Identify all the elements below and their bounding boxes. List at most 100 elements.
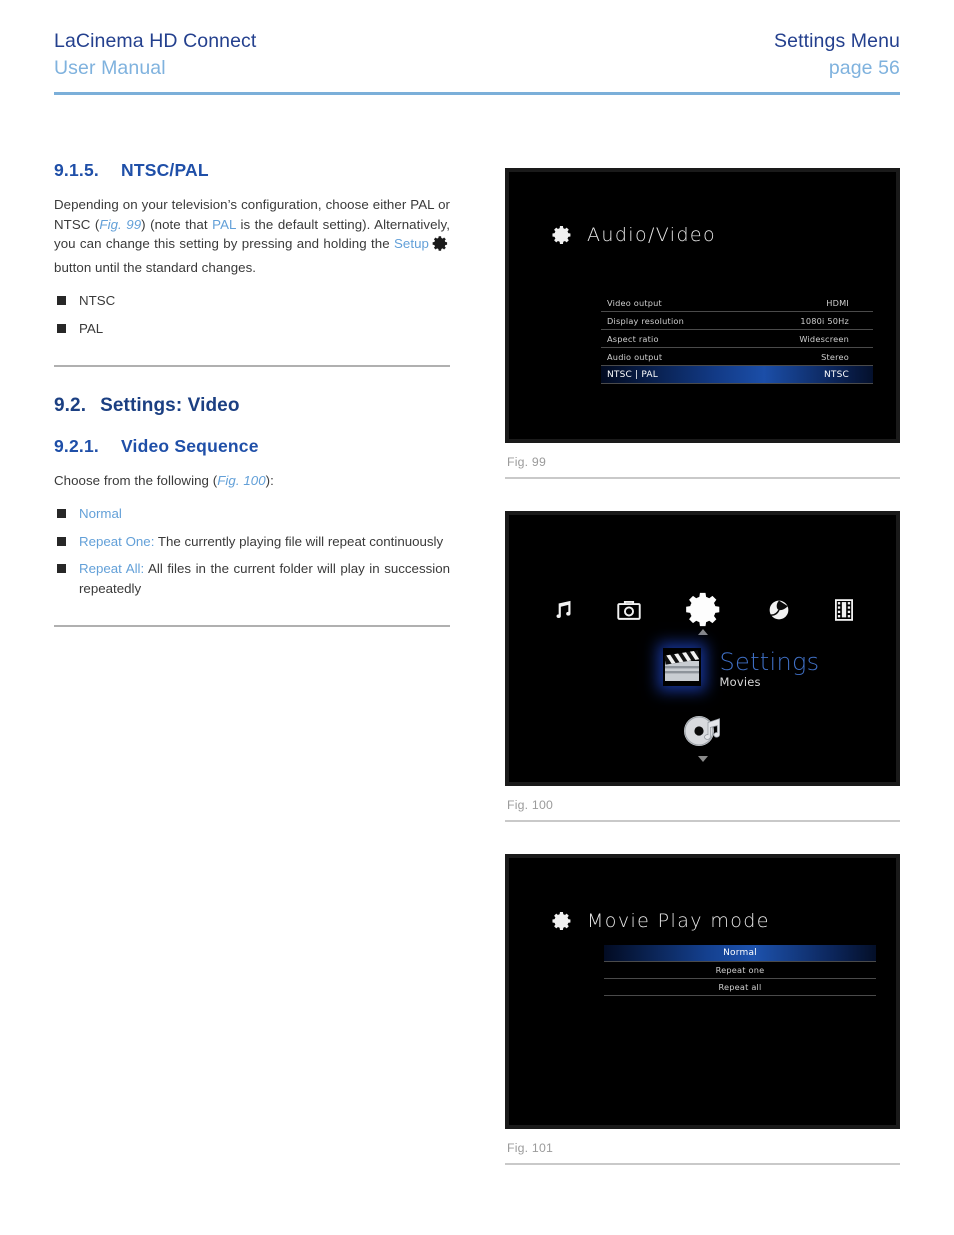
content-column: 9.1.5. NTSC/PAL Depending on your televis… (54, 160, 450, 627)
table-row[interactable]: Aspect ratio Widescreen (601, 330, 873, 348)
row-key: Repeat all (718, 982, 762, 992)
screen-header: Movie Play mode (551, 910, 770, 932)
list-item: NTSC (54, 291, 450, 311)
product-title: LaCinema HD Connect (54, 30, 257, 52)
heading-title: Video Sequence (120, 435, 259, 456)
beach-ball-icon[interactable] (768, 599, 790, 621)
scroll-up-arrow-icon[interactable] (697, 629, 708, 635)
gear-icon (432, 235, 449, 258)
table-row[interactable]: Display resolution 1080i 50Hz (601, 312, 873, 330)
screen-background: Settings Movies (509, 515, 896, 782)
section-label: Settings Menu (774, 30, 900, 52)
list-item[interactable]: Repeat one (604, 962, 876, 979)
figure-100: Settings Movies Fig. 100 (505, 511, 900, 822)
row-value: HDMI (826, 297, 849, 308)
row-key: NTSC | PAL (607, 369, 659, 380)
list-item: Normal (54, 504, 450, 524)
bullet-square-icon (57, 564, 66, 574)
figure-divider (505, 477, 900, 479)
heading-number: 9.1.5. (54, 160, 99, 180)
screen-title: Movie Play mode (587, 910, 770, 932)
settings-table: Video output HDMI Display resolution 108… (601, 294, 873, 384)
link-fig-99[interactable]: Fig. 99 (99, 217, 141, 232)
list-item-selected[interactable]: Normal (604, 945, 876, 962)
row-value: 1080i 50Hz (800, 315, 849, 326)
film-strip-icon[interactable] (835, 598, 853, 621)
camera-icon[interactable] (617, 599, 641, 621)
link-setup: Setup (394, 236, 429, 252)
header-divider (54, 92, 900, 95)
screen-background: Audio/Video Video output HDMI Display re… (509, 172, 896, 439)
figure-101: Movie Play mode Normal Repeat one Repeat… (505, 854, 900, 1165)
list-item-label: Repeat All: (79, 561, 145, 577)
heading-number: 9.2.1. (54, 435, 99, 456)
figure-caption: Fig. 99 (507, 455, 546, 469)
selected-entry-inner: Settings Movies (663, 648, 819, 690)
bullet-square-icon (57, 323, 66, 333)
carousel-selected-entry: Settings Movies (509, 648, 896, 690)
heading-title: NTSC/PAL (120, 160, 209, 180)
bullet-list-ntsc-pal: NTSC PAL (54, 291, 450, 338)
device-screen-movie-play-mode: Movie Play mode Normal Repeat one Repeat… (505, 854, 900, 1129)
gear-icon (551, 224, 573, 246)
list-item[interactable]: Repeat all (604, 979, 876, 996)
figure-divider (505, 1163, 900, 1165)
link-fig-100[interactable]: Fig. 100 (217, 473, 265, 488)
gear-icon (551, 910, 573, 932)
page-number: page 56 (828, 57, 900, 79)
row-key: Aspect ratio (607, 333, 659, 344)
heading-ntsc-pal: 9.1.5. NTSC/PAL (54, 160, 450, 181)
gear-icon[interactable] (686, 591, 723, 628)
screen-header: Audio/Video (551, 224, 716, 246)
disc-music-icon[interactable] (682, 712, 724, 750)
section-divider (54, 364, 450, 367)
header-right: Settings Menu page 56 (774, 28, 900, 82)
paragraph-video-sequence: Choose from the following (Fig. 100): (54, 471, 450, 491)
row-value: NTSC (823, 369, 849, 380)
table-row[interactable]: Audio output Stereo (601, 348, 873, 366)
music-note-icon[interactable] (552, 599, 572, 621)
figure-caption: Fig. 100 (507, 798, 554, 812)
row-value: Stereo (821, 351, 849, 362)
table-row[interactable]: Video output HDMI (601, 294, 873, 312)
bullet-list-video-sequence: Normal Repeat One: The currently playing… (54, 504, 450, 598)
page-header: LaCinema HD Connect User Manual Settings… (54, 28, 900, 90)
heading-video-sequence: 9.2.1. Video Sequence (54, 436, 450, 457)
list-item-label: Normal (79, 506, 122, 522)
header-left: LaCinema HD Connect User Manual (54, 28, 256, 82)
scroll-down-arrow-icon[interactable] (697, 756, 708, 762)
row-key: Display resolution (607, 315, 685, 326)
list-item-label: Repeat One: (79, 533, 155, 549)
list-item: PAL (54, 319, 450, 339)
list-item-label: NTSC (79, 293, 116, 309)
section-divider (54, 624, 450, 627)
selected-entry-title: Settings (719, 648, 820, 676)
clapper-board-icon[interactable] (663, 648, 702, 686)
text-run: button until the standard changes. (54, 259, 257, 275)
row-key: Normal (723, 948, 757, 958)
text-run: Choose from the following ( (54, 472, 218, 488)
bullet-square-icon (57, 509, 66, 519)
text-run: ): (265, 472, 274, 488)
list-item-label: PAL (79, 320, 104, 336)
row-key: Audio output (607, 351, 663, 362)
row-key: Video output (607, 297, 662, 308)
selected-entry-labels: Settings Movies (719, 648, 819, 690)
heading-settings-video: 9.2. Settings: Video (54, 395, 450, 417)
device-screen-carousel: Settings Movies (505, 511, 900, 786)
heading-number: 9.2. (54, 394, 87, 416)
figures-column: Audio/Video Video output HDMI Display re… (505, 168, 901, 1165)
settings-list: Normal Repeat one Repeat all (604, 945, 876, 996)
device-screen-audio-video: Audio/Video Video output HDMI Display re… (505, 168, 900, 443)
figure-divider (505, 820, 900, 822)
screen-title: Audio/Video (587, 224, 717, 246)
list-item: Repeat One: The currently playing file w… (54, 532, 450, 552)
document-type: User Manual (54, 57, 166, 79)
table-row-selected[interactable]: NTSC | PAL NTSC (601, 366, 873, 384)
heading-title: Settings: Video (100, 394, 240, 416)
carousel-icon-row (509, 591, 896, 628)
list-item: Repeat All: All files in the current fol… (54, 559, 450, 598)
figure-caption: Fig. 101 (507, 1141, 554, 1155)
link-pal: PAL (212, 216, 236, 232)
list-item-desc: The currently playing file will repeat c… (154, 533, 444, 549)
